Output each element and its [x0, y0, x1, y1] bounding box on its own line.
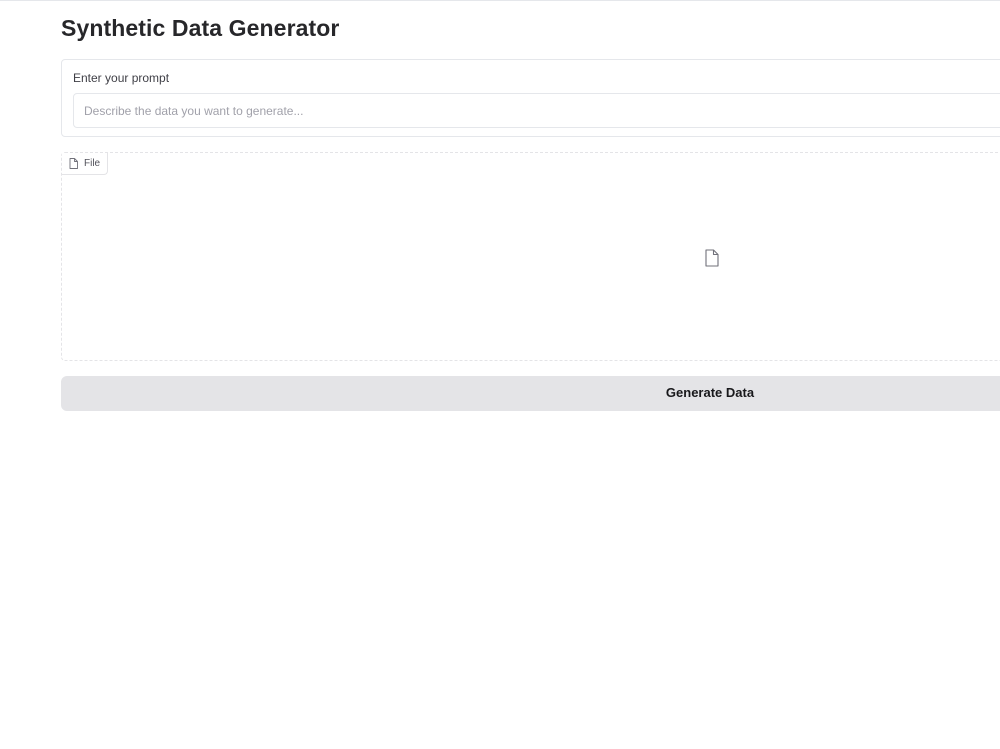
file-icon — [704, 249, 720, 267]
prompt-label: Enter your prompt — [73, 71, 170, 85]
file-icon — [69, 158, 78, 169]
app-root: Synthetic Data Generator Enter your prom… — [0, 0, 1000, 749]
file-upload-dropzone[interactable]: File — [61, 152, 1000, 361]
page-title: Synthetic Data Generator — [61, 15, 340, 41]
prompt-block: Enter your prompt — [61, 59, 1000, 137]
generate-data-label: Generate Data — [665, 385, 755, 400]
file-tag-label: File — [84, 158, 101, 169]
top-divider — [0, 0, 1000, 1]
generate-data-button[interactable]: Generate Data — [61, 376, 1000, 411]
prompt-input[interactable] — [73, 93, 1000, 128]
file-tag: File — [62, 153, 109, 175]
